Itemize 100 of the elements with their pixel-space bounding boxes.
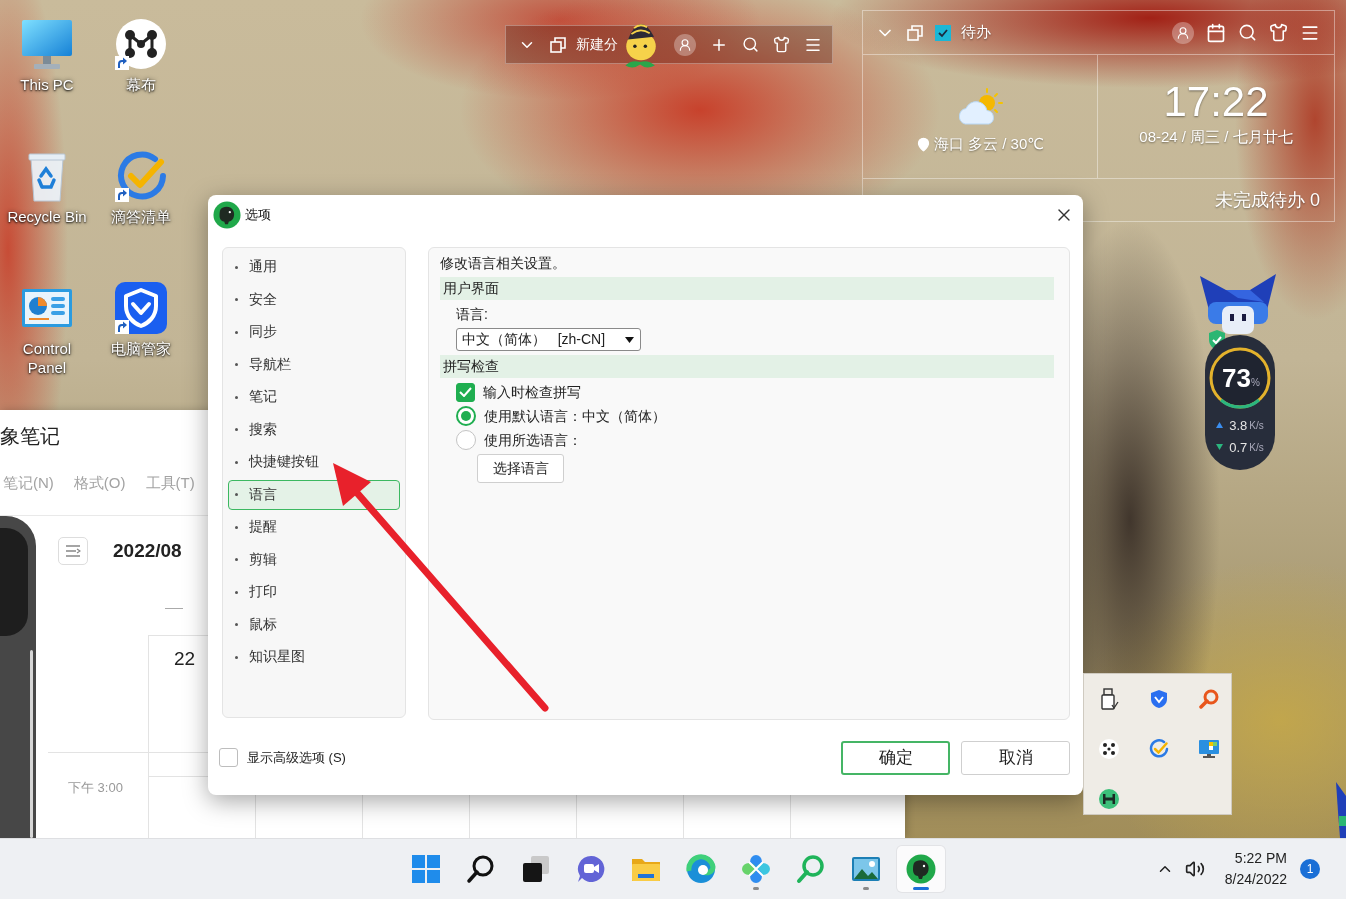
- bullet-icon: [235, 265, 238, 269]
- dialog-button[interactable]: 确定: [841, 740, 950, 775]
- monitor-icon: [21, 18, 73, 70]
- bullet-icon: [235, 428, 238, 431]
- sun-cloud-icon: [956, 87, 1004, 127]
- intro-text: 修改语言相关设置。: [440, 254, 567, 273]
- field-label: 语言:: [456, 305, 489, 324]
- category-item[interactable]: 同步: [228, 317, 400, 347]
- account-icon[interactable]: [1172, 21, 1194, 44]
- petals-icon: [740, 854, 771, 884]
- bullet-icon: [235, 460, 238, 464]
- clock-time: 17:22: [1163, 78, 1269, 126]
- taskbar-button[interactable]: [896, 846, 945, 892]
- dialog-title: 选项: [245, 206, 271, 224]
- usage-percent: 73: [1222, 362, 1251, 394]
- radio-button[interactable]: [456, 406, 476, 426]
- new-button[interactable]: 新建分: [550, 35, 618, 54]
- account-icon[interactable]: [674, 33, 696, 56]
- day-number: 22: [174, 648, 196, 669]
- category-item[interactable]: 剪辑: [228, 544, 400, 575]
- checkmark-ring-icon[interactable]: [1149, 739, 1169, 759]
- bullet-icon: [235, 525, 238, 529]
- window-title: 象笔记: [0, 424, 60, 448]
- elephant-icon: [905, 854, 936, 884]
- month-title: 2022/08: [113, 540, 182, 562]
- checkbox-label: 输入时检查拼写: [483, 383, 581, 402]
- check-icon: [459, 387, 472, 397]
- category-item[interactable]: 安全: [228, 284, 400, 315]
- magnifier-icon: [795, 854, 826, 884]
- checkbox[interactable]: [456, 382, 475, 402]
- elephant-icon: [213, 201, 241, 229]
- bullet-icon: [235, 558, 238, 561]
- connected-dots-icon[interactable]: [1099, 739, 1119, 759]
- tray-date[interactable]: 8/24/2022: [1224, 869, 1287, 890]
- mascot-icon: [1334, 782, 1346, 838]
- checkmark-ring-icon: [115, 150, 167, 202]
- caret-icon: [625, 336, 634, 343]
- swirl-icon: [685, 854, 716, 884]
- bullet-icon: [235, 330, 238, 334]
- bullet-icon: [235, 493, 238, 496]
- picture-icon: [850, 854, 881, 884]
- search-icon[interactable]: [742, 36, 759, 53]
- tray-time[interactable]: 5:22 PM: [1234, 848, 1287, 869]
- shirt-icon[interactable]: [1269, 23, 1288, 42]
- todo-check-icon[interactable]: [935, 24, 951, 41]
- language-select[interactable]: 中文（简体） [zh-CN]: [456, 328, 641, 351]
- bullet-icon: [235, 590, 238, 594]
- radio-label: 使用所选语言：: [484, 431, 582, 450]
- start-icon: [410, 854, 441, 884]
- shirt-icon[interactable]: [773, 36, 790, 53]
- list-toggle-button[interactable]: [58, 537, 88, 565]
- weather-text: 海口 多云 / 30℃: [933, 135, 1045, 154]
- time-label: 下午 3:00: [68, 780, 123, 795]
- search-icon[interactable]: [1238, 23, 1257, 42]
- category-item[interactable]: 打印: [228, 577, 400, 607]
- choose-language-button[interactable]: 选择语言: [477, 454, 564, 483]
- category-item[interactable]: 提醒: [228, 512, 400, 542]
- category-item[interactable]: 导航栏: [228, 349, 400, 380]
- speaker-icon[interactable]: [1184, 859, 1205, 879]
- connected-dots-icon: [115, 18, 167, 70]
- widget-title: 待办: [961, 23, 991, 42]
- section-heading: 用户界面: [440, 277, 1054, 300]
- pending-count: 未完成待办 0: [1215, 189, 1320, 212]
- percent-unit: %: [1251, 376, 1260, 388]
- bullet-icon: [235, 395, 238, 399]
- scrollbar[interactable]: [30, 650, 33, 838]
- radio-button[interactable]: [456, 430, 476, 450]
- category-item[interactable]: 搜索: [228, 414, 400, 445]
- bullet-icon: [235, 363, 238, 366]
- window-icon[interactable]: [550, 36, 566, 53]
- window-icon[interactable]: [907, 24, 923, 41]
- shield-icon[interactable]: [1149, 689, 1169, 709]
- shield-icon: [115, 282, 167, 334]
- rate-value: 3.8: [1229, 417, 1248, 433]
- bullet-icon: [235, 623, 238, 626]
- radio-label: 使用默认语言：中文（简体）: [484, 407, 666, 426]
- search-icon: [465, 854, 496, 884]
- checkbox[interactable]: [219, 748, 238, 767]
- notification-badge[interactable]: 1: [1300, 859, 1320, 879]
- rate-value: 0.7: [1229, 439, 1248, 455]
- magnifier-icon[interactable]: [1199, 689, 1219, 709]
- calendar-icon[interactable]: [1206, 22, 1226, 43]
- bullet-icon: [235, 655, 238, 659]
- usb-drive-icon[interactable]: [1099, 688, 1119, 710]
- usage-ring-icon: [1209, 347, 1271, 409]
- category-item[interactable]: 通用: [228, 252, 400, 282]
- section-heading: 拼写检查: [440, 355, 1054, 378]
- rate-unit: K/s: [1249, 419, 1264, 431]
- upload-arrow-icon: [1216, 422, 1224, 428]
- stacked-windows-icon: [520, 854, 551, 884]
- bullet-icon: [235, 298, 238, 301]
- category-item[interactable]: 笔记: [228, 382, 400, 412]
- video-chat-icon: [575, 854, 606, 884]
- list-icon: [65, 545, 81, 557]
- dialog-button[interactable]: 取消: [961, 740, 1070, 775]
- clock-date: 08-24 / 周三 / 七月廿七: [1139, 128, 1293, 147]
- monitor-icon[interactable]: [1198, 739, 1220, 759]
- rate-unit: K/s: [1249, 441, 1264, 453]
- dumbbell-icon[interactable]: [1099, 789, 1119, 809]
- download-arrow-icon: [1216, 444, 1224, 450]
